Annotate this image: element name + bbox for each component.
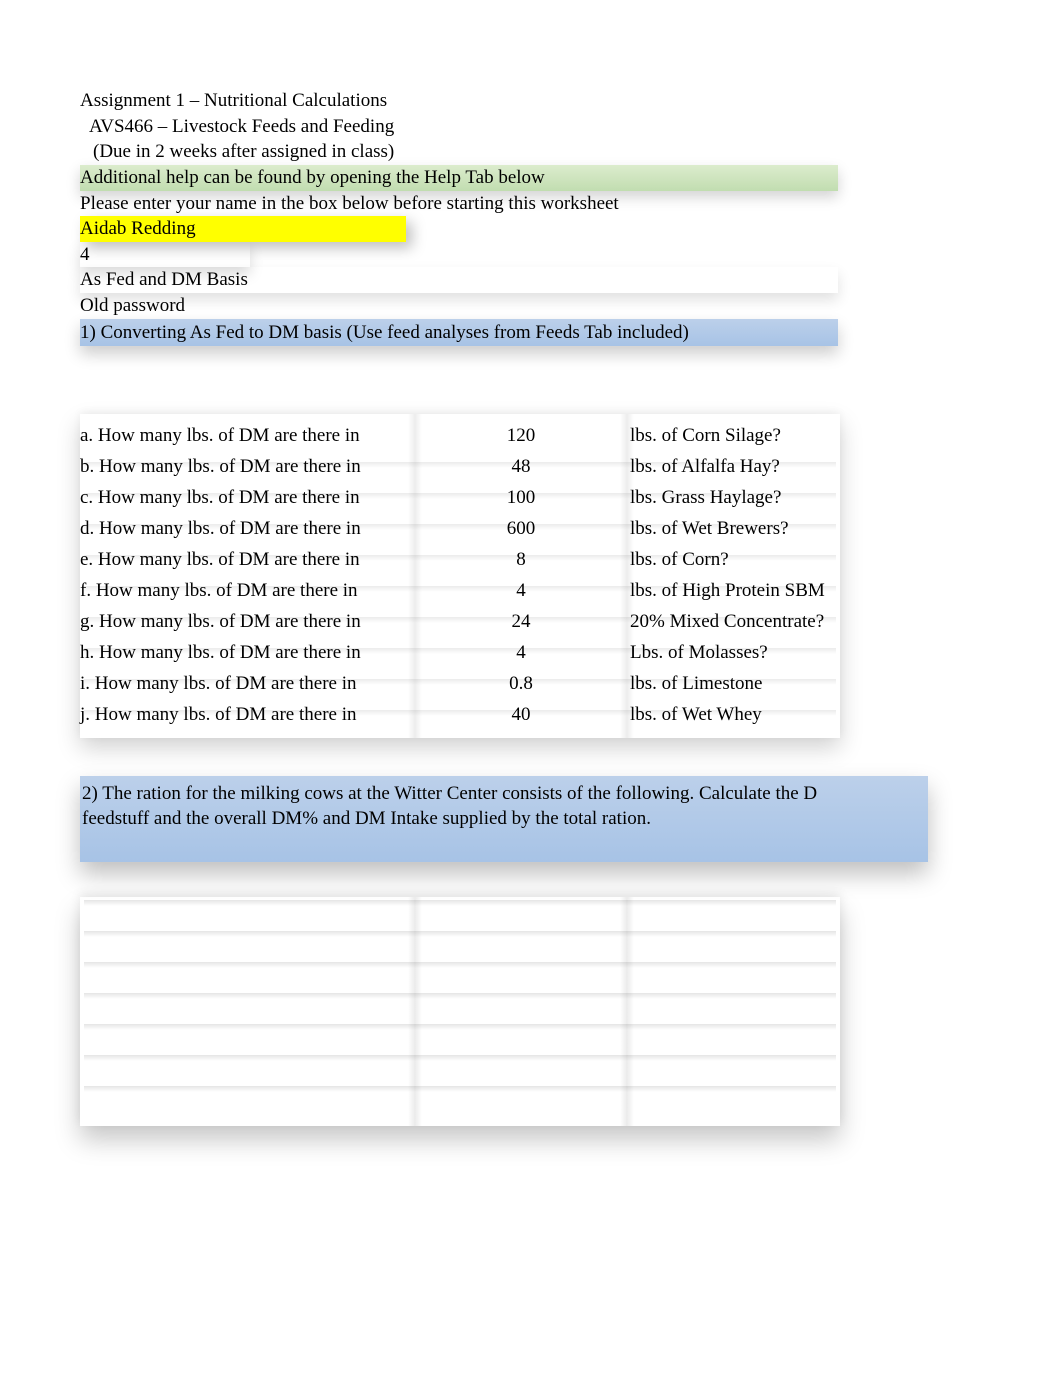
q1-row: b. How many lbs. of DM are there in 48 l… — [80, 451, 840, 482]
q2-cell[interactable] — [80, 1089, 416, 1120]
q2-cell[interactable] — [416, 965, 626, 996]
q2-prompt-line2: feedstuff and the overall DM% and DM Int… — [82, 807, 926, 832]
q1-row: g. How many lbs. of DM are there in 24 2… — [80, 606, 840, 637]
q1-row-value[interactable]: 24 — [416, 611, 626, 633]
q1-row-label: b. How many lbs. of DM are there in — [80, 456, 416, 478]
q2-cell[interactable] — [626, 996, 840, 1027]
q1-row: d. How many lbs. of DM are there in 600 … — [80, 513, 840, 544]
as-fed-dm-label: As Fed and DM Basis — [80, 267, 838, 293]
q2-cell[interactable] — [416, 1089, 626, 1120]
q1-prompt: 1) Converting As Fed to DM basis (Use fe… — [80, 319, 838, 347]
q2-row — [80, 965, 840, 996]
q1-row-value[interactable]: 100 — [416, 487, 626, 509]
q2-row — [80, 996, 840, 1027]
q1-row-label: a. How many lbs. of DM are there in — [80, 425, 416, 447]
q2-cell[interactable] — [416, 1058, 626, 1089]
q1-row: j. How many lbs. of DM are there in 40 l… — [80, 699, 840, 730]
q2-cell[interactable] — [80, 1058, 416, 1089]
q2-cell[interactable] — [626, 903, 840, 934]
q1-row-value[interactable]: 40 — [416, 704, 626, 726]
q2-cell[interactable] — [626, 1027, 840, 1058]
q2-cell[interactable] — [80, 996, 416, 1027]
q2-prompt: 2) The ration for the milking cows at th… — [80, 776, 928, 861]
number-cell: 4 — [80, 242, 250, 268]
q1-row-label: e. How many lbs. of DM are there in — [80, 549, 416, 571]
q1-row: e. How many lbs. of DM are there in 8 lb… — [80, 544, 840, 575]
q1-row-unit: lbs. of Corn Silage? — [626, 425, 840, 447]
q2-cell[interactable] — [80, 1027, 416, 1058]
q2-prompt-line1: 2) The ration for the milking cows at th… — [82, 782, 926, 807]
due-line: (Due in 2 weeks after assigned in class) — [80, 139, 1062, 165]
assignment-title: Assignment 1 – Nutritional Calculations — [80, 88, 1062, 114]
q1-row: h. How many lbs. of DM are there in 4 Lb… — [80, 637, 840, 668]
q1-row-unit: lbs. of Alfalfa Hay? — [626, 456, 840, 478]
q1-row-unit: lbs. of Corn? — [626, 549, 840, 571]
q2-row — [80, 1027, 840, 1058]
q1-row-label: j. How many lbs. of DM are there in — [80, 704, 416, 726]
q2-cell[interactable] — [626, 1089, 840, 1120]
q1-row-value[interactable]: 600 — [416, 518, 626, 540]
q2-cell[interactable] — [626, 934, 840, 965]
q1-row-label: h. How many lbs. of DM are there in — [80, 642, 416, 664]
q1-row-unit: lbs. Grass Haylage? — [626, 487, 840, 509]
q1-row-value[interactable]: 4 — [416, 642, 626, 664]
q1-row-unit: Lbs. of Molasses? — [626, 642, 840, 664]
q2-cell[interactable] — [416, 1027, 626, 1058]
q1-row-label: i. How many lbs. of DM are there in — [80, 673, 416, 695]
q2-cell[interactable] — [416, 934, 626, 965]
q2-cell[interactable] — [80, 934, 416, 965]
q1-row-unit: lbs. of Wet Brewers? — [626, 518, 840, 540]
q1-row-unit: lbs. of High Protein SBM — [626, 580, 840, 602]
q1-row-label: c. How many lbs. of DM are there in — [80, 487, 416, 509]
q2-cell[interactable] — [80, 903, 416, 934]
q1-row-unit: 20% Mixed Concentrate? — [626, 611, 840, 633]
q2-cell[interactable] — [626, 1058, 840, 1089]
course-line: AVS466 – Livestock Feeds and Feeding — [80, 114, 1062, 140]
q2-cell[interactable] — [626, 965, 840, 996]
q2-row — [80, 1089, 840, 1120]
q1-table: a. How many lbs. of DM are there in 120 … — [80, 414, 840, 738]
q2-table — [80, 897, 840, 1126]
q2-cell[interactable] — [416, 996, 626, 1027]
q1-row-value[interactable]: 4 — [416, 580, 626, 602]
q1-row-label: d. How many lbs. of DM are there in — [80, 518, 416, 540]
q2-row — [80, 1058, 840, 1089]
q1-row: f. How many lbs. of DM are there in 4 lb… — [80, 575, 840, 606]
q2-cell[interactable] — [80, 965, 416, 996]
q1-row-label: g. How many lbs. of DM are there in — [80, 611, 416, 633]
q1-row-unit: lbs. of Limestone — [626, 673, 840, 695]
q2-cell[interactable] — [416, 903, 626, 934]
q1-row-label: f. How many lbs. of DM are there in — [80, 580, 416, 602]
q1-row-value[interactable]: 120 — [416, 425, 626, 447]
old-password-label: Old password — [80, 293, 1062, 319]
q2-row — [80, 934, 840, 965]
help-note-row: Additional help can be found by opening … — [80, 165, 838, 191]
student-name-input[interactable]: Aidab Redding — [80, 216, 406, 242]
q1-row-value[interactable]: 48 — [416, 456, 626, 478]
q1-row-value[interactable]: 0.8 — [416, 673, 626, 695]
q1-row: i. How many lbs. of DM are there in 0.8 … — [80, 668, 840, 699]
name-prompt: Please enter your name in the box below … — [80, 191, 1062, 217]
q1-row: a. How many lbs. of DM are there in 120 … — [80, 420, 840, 451]
q1-row-value[interactable]: 8 — [416, 549, 626, 571]
q2-row — [80, 903, 840, 934]
q1-row-unit: lbs. of Wet Whey — [626, 704, 840, 726]
q1-row: c. How many lbs. of DM are there in 100 … — [80, 482, 840, 513]
